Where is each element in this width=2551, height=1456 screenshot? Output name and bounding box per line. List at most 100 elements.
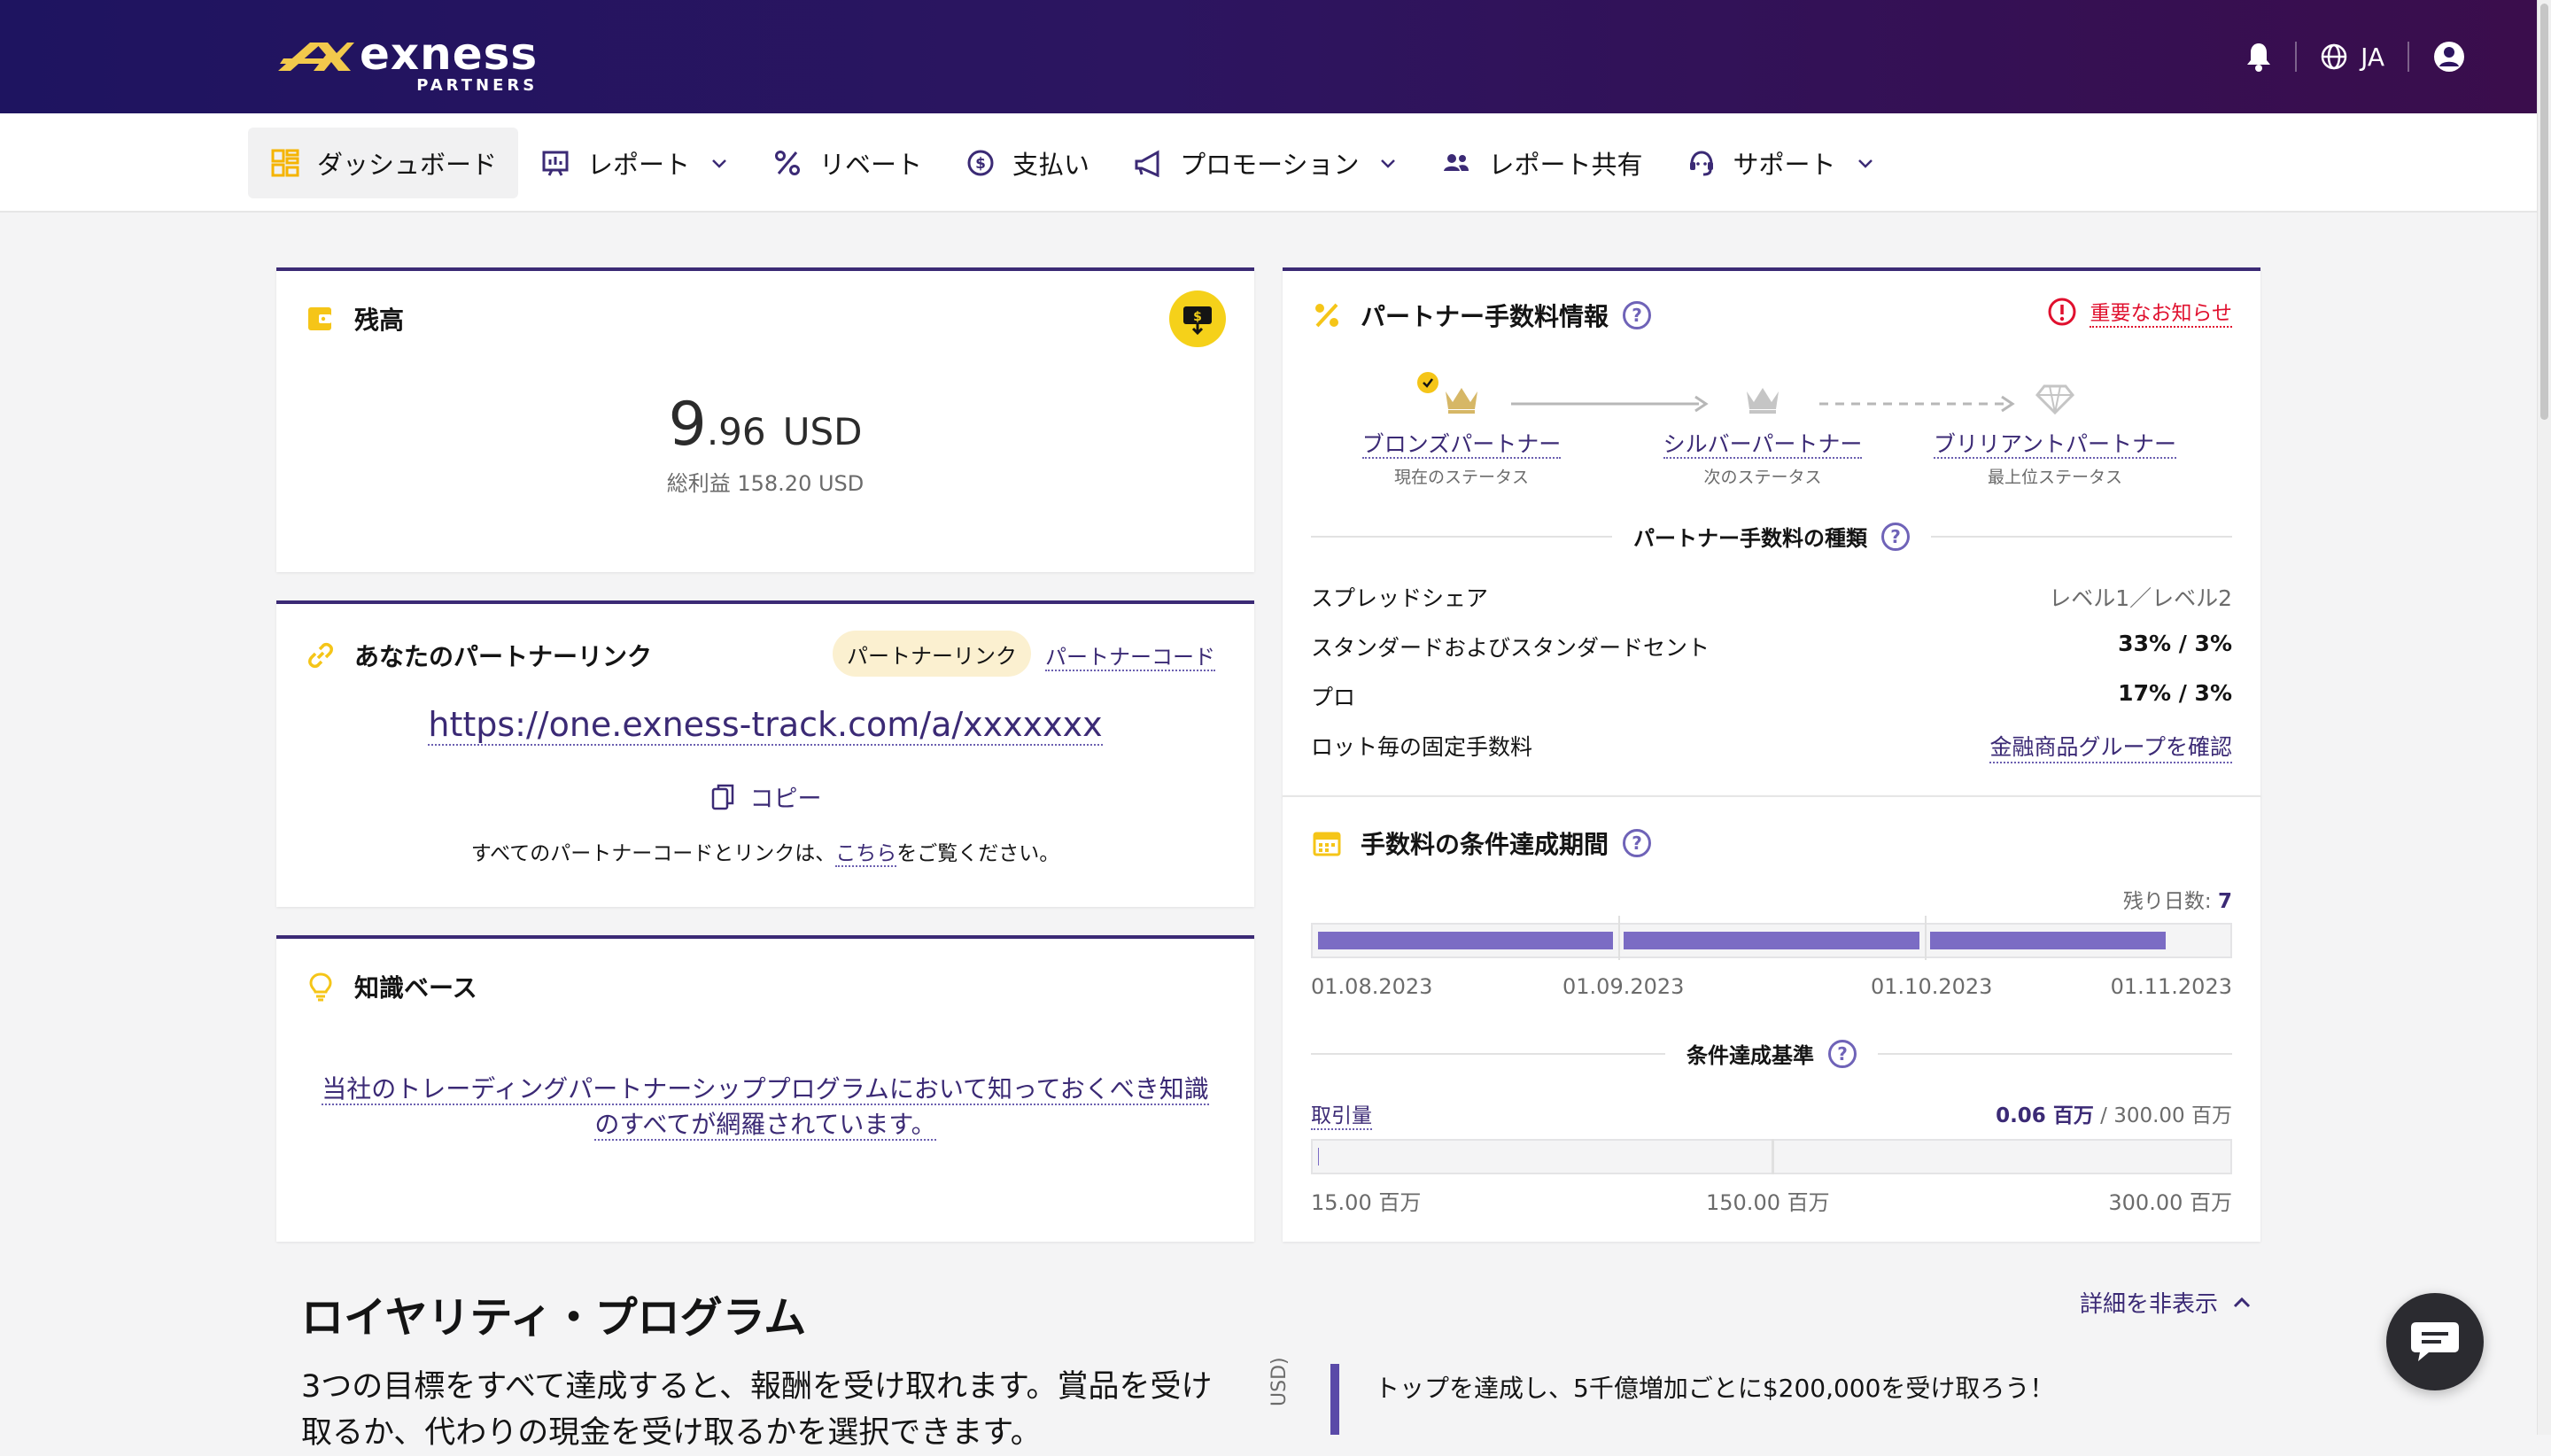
nav-rebates[interactable]: リベート	[750, 128, 943, 198]
nav-payments[interactable]: $ 支払い	[943, 128, 1111, 198]
help-icon[interactable]: ?	[1828, 1040, 1857, 1068]
user-account-icon[interactable]	[2432, 40, 2466, 74]
date-tick: 01.08.2023	[1311, 974, 1432, 999]
hide-details-toggle[interactable]: 詳細を非表示	[2080, 1286, 2253, 1319]
qualification-period-card: 手数料の条件達成期間 ? 残り日数: 7 01.08.2023 01.09.20…	[1283, 795, 2260, 1242]
balance-dec: .96	[707, 410, 766, 453]
nav-label: 支払い	[1012, 144, 1089, 182]
commission-row: スプレッドシェア レベル1／レベル2	[1311, 581, 2232, 613]
exness-logo-mark	[275, 35, 356, 76]
headset-icon	[1686, 148, 1717, 178]
note-link[interactable]: こちら	[835, 842, 896, 867]
withdraw-icon: $	[1180, 301, 1215, 337]
loyalty-axis-unit: USD)	[1268, 1357, 1291, 1406]
knowledge-text-line1: 当社のトレーディングパートナーシッププログラムにおいて知っておくべき知識	[322, 1074, 1209, 1105]
knowledge-base-card: 知識ベース 当社のトレーディングパートナーシッププログラムにおいて知っておくべき…	[276, 935, 1254, 1242]
main-nav: ダッシュボード レポート	[0, 113, 2537, 213]
knowledge-link[interactable]: 当社のトレーディングパートナーシッププログラムにおいて知っておくべき知識 のすべ…	[312, 1072, 1219, 1142]
period-progress-bar	[1311, 923, 2232, 958]
volume-row: 取引量 0.06 百万 / 300.00 百万	[1311, 1098, 2232, 1130]
nav-promotion[interactable]: プロモーション	[1111, 128, 1419, 198]
page-scrollbar[interactable]	[2537, 0, 2551, 1435]
volume-tick: 15.00 百万	[1311, 1185, 1421, 1216]
status-name[interactable]: シルバーパートナー	[1663, 431, 1863, 459]
svg-text:$: $	[1193, 310, 1202, 324]
partner-link-title: あなたのパートナーリンク	[354, 638, 652, 673]
status-silver: シルバーパートナー 次のステータス	[1648, 383, 1878, 488]
exness-logo[interactable]: exness PARTNERS	[275, 30, 538, 95]
criteria-title: 条件達成基準	[1686, 1038, 1814, 1069]
period-title: 手数料の条件達成期間	[1361, 825, 1609, 861]
scrollbar-thumb[interactable]	[2540, 4, 2548, 420]
nav-reports[interactable]: レポート	[518, 128, 750, 198]
chart-icon	[541, 149, 570, 177]
partner-url[interactable]: https://one.exness-track.com/a/xxxxxxx	[276, 705, 1254, 744]
status-caption: 最上位ステータス	[1922, 464, 2188, 488]
chevron-up-icon	[2230, 1291, 2253, 1314]
nav-dashboard[interactable]: ダッシュボード	[248, 128, 518, 198]
crown-icon	[1442, 383, 1481, 414]
header-separator	[2408, 42, 2409, 72]
segment-divider	[1925, 916, 1927, 960]
status-name[interactable]: ブリリアントパートナー	[1934, 431, 2176, 459]
status-bronze: ブロンズパートナー 現在のステータス	[1346, 383, 1577, 488]
instrument-groups-link[interactable]: 金融商品グループを確認	[1989, 730, 2232, 763]
status-brilliant: ブリリアントパートナー 最上位ステータス	[1922, 383, 2188, 488]
globe-icon	[2320, 43, 2348, 71]
tab-partner-code[interactable]: パートナーコード	[1045, 639, 1215, 670]
segment-divider	[1772, 1139, 1774, 1174]
help-icon[interactable]: ?	[1881, 523, 1910, 551]
withdraw-button[interactable]: $	[1169, 290, 1226, 347]
note-after: をご覧ください。	[896, 842, 1059, 865]
row-label: ロット毎の固定手数料	[1311, 730, 1532, 763]
nav-label: ダッシュボード	[317, 144, 497, 182]
dashboard-icon	[271, 149, 299, 177]
days-remaining: 残り日数: 7	[2123, 884, 2232, 914]
logo-word: exness	[360, 30, 538, 78]
total-profit: 総利益 158.20 USD	[276, 466, 1254, 497]
balance-amount: 9.96 USD	[276, 390, 1254, 460]
criteria-header: 条件達成基準?	[1311, 1038, 2232, 1069]
note-before: すべてのパートナーコードとリンクは、	[471, 842, 835, 865]
row-value: 17% / 3%	[2118, 680, 2232, 712]
lightbulb-icon	[306, 972, 335, 1002]
help-icon[interactable]: ?	[1623, 829, 1651, 857]
nav-support[interactable]: サポート	[1664, 128, 1896, 198]
tab-partner-link[interactable]: パートナーリンク	[833, 631, 1031, 677]
volume-target: 300.00 百万	[2113, 1104, 2232, 1127]
chat-button[interactable]	[2386, 1293, 2484, 1390]
days-remaining-value: 7	[2218, 890, 2232, 913]
row-label: プロ	[1311, 680, 1355, 712]
date-tick: 01.09.2023	[1562, 974, 1684, 999]
language-selector[interactable]: JA	[2320, 43, 2384, 72]
volume-separator: /	[2094, 1104, 2113, 1127]
volume-progress-bar	[1311, 1139, 2232, 1174]
loyalty-desc-line1: 3つの目標をすべて達成すると、報酬を受け取れます。賞品を受け	[301, 1369, 1213, 1405]
chat-icon	[2409, 1319, 2461, 1365]
bell-icon[interactable]	[2245, 42, 2272, 72]
nav-label: サポート	[1733, 144, 1836, 182]
knowledge-title: 知識ベース	[354, 969, 477, 1004]
hide-details-label: 詳細を非表示	[2080, 1286, 2218, 1319]
chevron-down-icon	[1378, 153, 1398, 173]
loyalty-highlight-text: トップを達成し、5千億増加ごとに$200,000を受け取ろう！	[1375, 1369, 2054, 1405]
volume-label[interactable]: 取引量	[1311, 1098, 1372, 1130]
copy-button[interactable]: コピー	[276, 779, 1254, 814]
nav-label: レポート	[587, 144, 690, 182]
megaphone-icon	[1133, 149, 1163, 177]
loyalty-title: ロイヤリティ・プログラム	[301, 1282, 806, 1344]
date-tick: 01.11.2023	[2111, 974, 2232, 999]
days-remaining-label: 残り日数:	[2123, 890, 2212, 913]
balance-title: 残高	[354, 301, 404, 337]
partner-codes-note: すべてのパートナーコードとリンクは、こちらをご覧ください。	[276, 836, 1254, 866]
link-icon	[306, 641, 335, 670]
chevron-down-icon	[709, 153, 729, 173]
balance-currency: USD	[783, 410, 863, 453]
dollar-coin-icon: $	[966, 149, 995, 177]
status-name[interactable]: ブロンズパートナー	[1362, 431, 1562, 459]
language-label: JA	[2361, 43, 2384, 72]
balance-card: 残高 $ 9.96 USD 総利益 158.20 USD	[276, 267, 1254, 572]
knowledge-text-line2: のすべてが網羅されています。	[594, 1110, 935, 1141]
nav-report-sharing[interactable]: レポート共有	[1419, 128, 1663, 198]
loyalty-description: 3つの目標をすべて達成すると、報酬を受け取れます。賞品を受け 取るか、代わりの現…	[301, 1364, 1258, 1456]
